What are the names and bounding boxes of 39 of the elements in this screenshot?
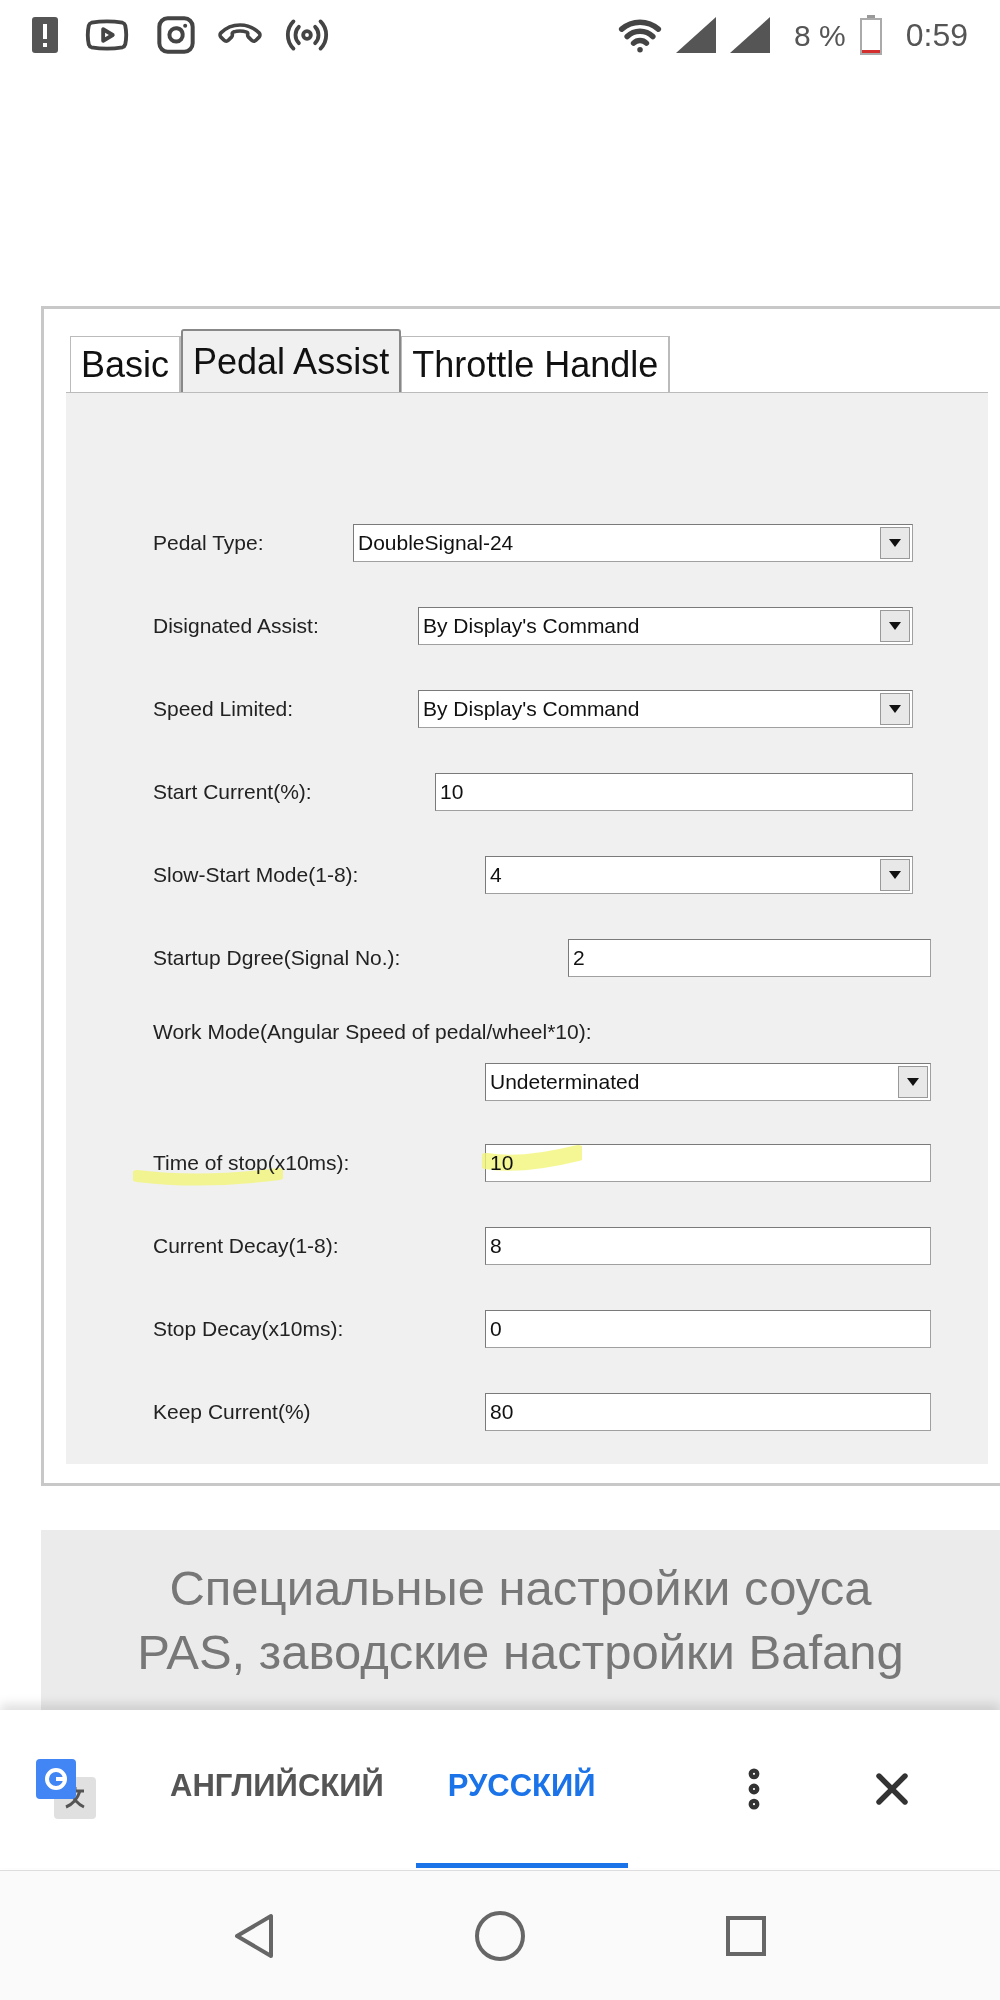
input-field[interactable]: 8 (485, 1226, 931, 1265)
dropdown[interactable]: Undeterminated (485, 1063, 931, 1101)
input-field[interactable]: 2 (568, 938, 931, 977)
input-field[interactable]: 80 (485, 1392, 931, 1431)
caption-line: PAS, заводские настройки Bafang (137, 1624, 904, 1681)
translate-icon[interactable] (34, 1757, 98, 1821)
dropdown[interactable]: By Display's Command (418, 606, 913, 645)
caption-line: Специальные настройки соуса (169, 1560, 872, 1617)
field-label: Work Mode(Angular Speed of pedal/wheel*10): (153, 1019, 592, 1046)
recents-icon[interactable] (726, 1915, 766, 1956)
field-label: Pedal Type: (153, 530, 264, 554)
signal-icon (730, 17, 770, 53)
field-label: Stop Decay(x10ms): (153, 1316, 344, 1340)
back-icon[interactable] (234, 1912, 274, 1959)
field-label: Speed Limited: (153, 696, 294, 720)
field-label: Current Decay(1-8): (153, 1233, 339, 1257)
tab[interactable]: Basic (70, 336, 182, 392)
instagram-icon (156, 15, 196, 55)
field-label: Startup Dgree(Signal No.): (153, 945, 401, 969)
home-icon[interactable] (474, 1909, 526, 1962)
battery-percent: 8 % (794, 17, 846, 54)
input-field[interactable]: 10 (435, 772, 913, 811)
tab[interactable]: Throttle Handle (401, 336, 671, 392)
dropdown[interactable]: By Display's Command (418, 689, 913, 728)
signal-icon (676, 17, 716, 53)
field-label: Time of stop(x10ms): (153, 1150, 350, 1174)
clock: 0:59 (905, 16, 968, 55)
input-field[interactable]: 10 (485, 1143, 931, 1182)
dropdown[interactable]: DoubleSignal-24 (353, 523, 913, 562)
tab[interactable]: Pedal Assist (181, 329, 402, 392)
dropdown[interactable]: 4 (485, 855, 913, 894)
input-field[interactable]: 0 (485, 1309, 931, 1348)
battery-icon (859, 15, 882, 55)
field-label: Keep Current(%) (153, 1399, 311, 1423)
field-label: Start Current(%): (153, 779, 312, 803)
alert-icon (32, 17, 58, 53)
field-label: Disignated Assist: (153, 613, 319, 637)
language-tab[interactable]: АНГЛИЙСКИЙ (138, 1710, 416, 1868)
field-label: Slow-Start Mode(1-8): (153, 862, 359, 886)
